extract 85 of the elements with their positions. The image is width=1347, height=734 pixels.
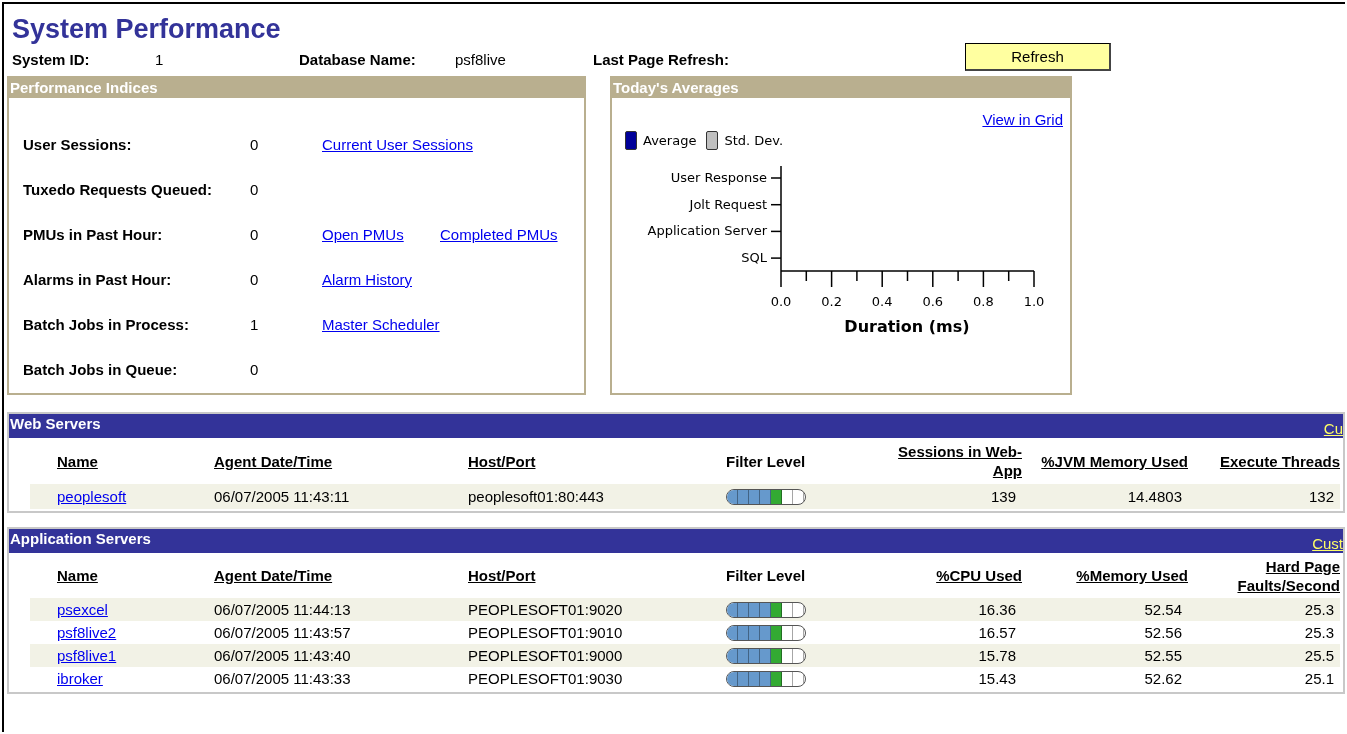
field-value: psf8live [455,50,506,68]
metric-label: Batch Jobs in Process: [23,316,190,333]
table-cell-text: 25.1 [1303,669,1335,689]
table-cell: 15.78 [872,644,1022,667]
tick-label: 1.0 [1023,294,1045,309]
panel-title: Application Servers [9,529,151,549]
table-cell: 06/07/2005 11:43:40 [214,644,468,667]
metric-value: 0 [250,226,260,243]
table-cell-text: 16.57 [977,623,1017,643]
column-header[interactable]: Host/Port [468,438,718,484]
table-cell: 132 [1188,484,1340,509]
table-cell-text: 25.3 [1303,623,1335,643]
table-cell: 25.5 [1188,644,1340,667]
column-header[interactable]: Hard Page Faults/Second [1188,553,1340,598]
table-cell-text: 52.56 [1143,623,1183,643]
panel-title: Web Servers [9,414,101,434]
metric-label: User Sessions: [23,136,133,153]
table-cell-text: PEOPLESOFT01:9030 [468,669,624,689]
table-cell-text: 06/07/2005 11:43:33 [214,669,352,689]
column-header[interactable]: %CPU Used [872,553,1022,598]
link[interactable]: Current User Sessions [322,134,473,155]
category-label: User Response [670,170,767,185]
column-header[interactable]: Execute Threads [1188,438,1340,484]
column-header[interactable]: Agent Date/Time [214,553,468,598]
tick-label: 0.8 [973,294,994,309]
metric-label: Batch Jobs in Queue: [23,361,179,378]
metric-label: Tuxedo Requests Queued: [23,181,213,198]
table-cell: peoplesoft01:80:443 [468,484,718,509]
tick-label: 0.2 [821,294,842,309]
tick-label: 0.6 [922,294,944,309]
metric-value: 0 [250,271,260,288]
field-label: System ID: [12,50,91,68]
panel-title: Today's Averages [612,78,1070,100]
table-cell: 25.3 [1188,598,1340,621]
table-cell-text: PEOPLESOFT01:9010 [468,623,624,643]
column-header[interactable]: Sessions in Web-App [872,438,1022,484]
table-cell: 52.55 [1022,644,1188,667]
column-header[interactable]: Name [30,438,214,484]
table-cell-text: 52.62 [1143,669,1183,689]
refresh-button[interactable]: Refresh [965,43,1111,71]
server-link[interactable]: ibroker [57,668,103,689]
metric-value: 0 [250,181,260,198]
column-header: Filter Level [725,451,807,472]
column-header: Filter Level [725,566,807,586]
table-cell: 14.4803 [1022,484,1188,509]
column-header[interactable]: %Memory Used [1022,553,1188,598]
tick-label: 0.4 [871,294,893,309]
page-title: System Performance [11,13,282,44]
metric-value: 0 [250,136,260,153]
column-header[interactable]: Host/Port [468,553,718,598]
category-label: Application Server [647,223,767,239]
link[interactable]: Master Scheduler [322,314,440,335]
customize-link[interactable]: Cust [1312,535,1343,553]
field-label: Last Page Refresh: [593,50,729,68]
table-cell: 16.36 [872,598,1022,621]
category-label: SQL [741,250,767,266]
table-cell: 139 [872,484,1022,509]
metric-value: 0 [250,361,260,378]
table-cell: PEOPLESOFT01:9000 [468,644,718,667]
column-header[interactable]: Agent Date/Time [214,438,468,484]
field-label: Database Name: [299,50,417,68]
metric-label: Alarms in Past Hour: [23,271,173,288]
column-header[interactable]: %JVM Memory Used [1022,438,1188,484]
metric-value: 1 [250,316,260,333]
table-cell: 06/07/2005 11:44:13 [214,598,468,621]
metric-label: PMUs in Past Hour: [23,226,164,243]
customize-link[interactable]: Cu [1323,420,1343,438]
category-label: Jolt Request [689,196,767,212]
tick-label: 0.0 [770,294,792,309]
column-header[interactable]: Name [30,553,214,598]
link[interactable]: Completed PMUs [440,224,558,245]
table-cell: PEOPLESOFT01:9020 [468,598,718,621]
table-cell: 52.54 [1022,598,1188,621]
table-cell-text: 06/07/2005 11:43:57 [214,623,352,643]
legend-label: Average [643,133,697,148]
field-value: 1 [155,50,164,68]
link[interactable]: Open PMUs [322,224,404,245]
panel-title: Performance Indices [9,78,584,100]
axis-title: Duration (ms) [844,317,970,336]
link[interactable]: Alarm History [322,269,412,290]
legend-label: Std. Dev. [724,133,784,148]
table-cell-text: 15.43 [977,669,1017,689]
server-link[interactable]: psf8live2 [57,622,117,643]
table-cell: 06/07/2005 11:43:11 [214,484,468,509]
view-in-grid-link[interactable]: View in Grid [982,110,1063,130]
